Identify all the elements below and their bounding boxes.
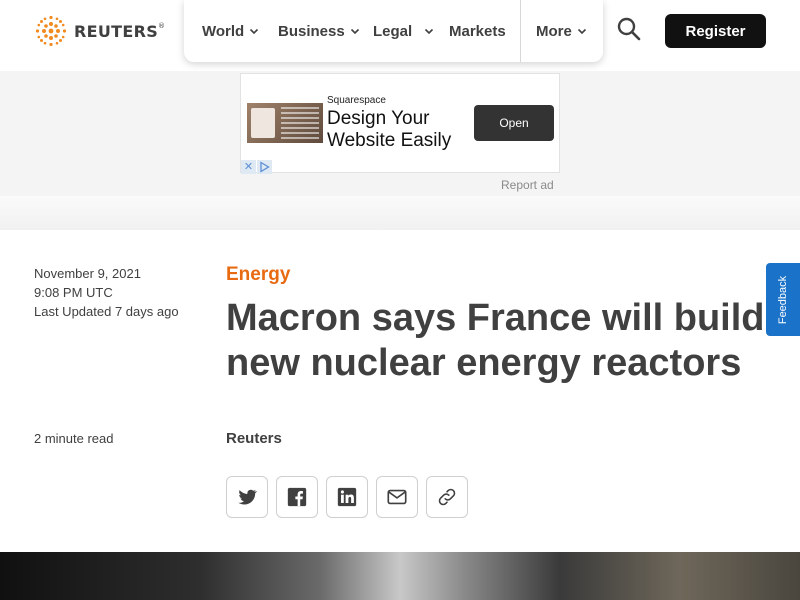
- article-meta: November 9, 2021 9:08 PM UTC Last Update…: [34, 264, 179, 321]
- chevron-down-icon: [350, 28, 359, 35]
- facebook-icon: [287, 487, 307, 507]
- share-facebook-button[interactable]: [276, 476, 318, 518]
- read-time: 2 minute read: [34, 431, 114, 446]
- play-icon: [260, 161, 270, 173]
- reuters-logo-icon: [35, 15, 67, 47]
- ad-headline: Design Your Website Easily: [327, 108, 452, 151]
- article-header: November 9, 2021 9:08 PM UTC Last Update…: [0, 230, 800, 552]
- share-email-button[interactable]: [376, 476, 418, 518]
- twitter-icon: [238, 489, 258, 505]
- author-byline[interactable]: Reuters: [226, 430, 282, 447]
- register-button[interactable]: Register: [665, 14, 766, 48]
- publish-date: November 9, 2021: [34, 266, 141, 281]
- nav-item-legal[interactable]: Legal: [373, 0, 434, 62]
- nav-item-markets[interactable]: Markets: [449, 0, 506, 62]
- ad-unit[interactable]: Squarespace Design Your Website Easily O…: [240, 73, 560, 174]
- link-icon: [438, 488, 456, 506]
- email-icon: [387, 489, 407, 505]
- chevron-down-icon: [425, 28, 434, 35]
- nav-item-label: World: [202, 22, 245, 40]
- reuters-logo[interactable]: REUTERS®: [34, 14, 165, 48]
- share-bar: [226, 476, 468, 518]
- feedback-label: Feedback: [777, 275, 789, 324]
- publish-time: 9:08 PM UTC: [34, 285, 113, 300]
- nav-item-more[interactable]: More: [536, 0, 587, 62]
- ad-image: [247, 103, 323, 143]
- logo-wordmark: REUTERS®: [74, 21, 166, 41]
- adchoices-icon[interactable]: [257, 160, 272, 174]
- nav-divider: [520, 0, 521, 62]
- chevron-down-icon: [577, 28, 586, 35]
- article-headline: Macron says France will build new nuclea…: [226, 297, 765, 384]
- section-link[interactable]: Energy: [226, 264, 290, 286]
- nav-item-business[interactable]: Business: [278, 0, 360, 62]
- search-button[interactable]: [616, 16, 642, 42]
- linkedin-icon: [337, 487, 357, 507]
- copy-link-button[interactable]: [426, 476, 468, 518]
- nav-item-label: More: [536, 22, 572, 40]
- search-icon: [617, 17, 641, 41]
- ad-open-button[interactable]: Open: [474, 105, 554, 141]
- ad-brand: Squarespace: [327, 95, 386, 106]
- share-twitter-button[interactable]: [226, 476, 268, 518]
- main-nav: World Business Legal Markets More: [184, 0, 603, 62]
- close-icon[interactable]: ✕: [241, 160, 256, 174]
- ad-image-card: [251, 108, 275, 138]
- report-ad-link[interactable]: Report ad: [501, 178, 554, 192]
- chevron-down-icon: [250, 28, 259, 35]
- feedback-tab[interactable]: Feedback: [766, 263, 800, 336]
- ad-banner-region: Squarespace Design Your Website Easily O…: [0, 71, 800, 196]
- site-header: REUTERS® World Business Legal Markets Mo…: [0, 0, 800, 71]
- last-updated: Last Updated 7 days ago: [34, 304, 179, 319]
- nav-item-label: Legal: [373, 22, 413, 40]
- nav-item-label: Markets: [449, 22, 506, 40]
- divider-strip: [0, 196, 800, 230]
- share-linkedin-button[interactable]: [326, 476, 368, 518]
- nav-item-label: Business: [278, 22, 345, 40]
- nav-item-world[interactable]: World: [202, 0, 259, 62]
- ad-image-text: [281, 107, 319, 139]
- hero-image: [0, 552, 800, 600]
